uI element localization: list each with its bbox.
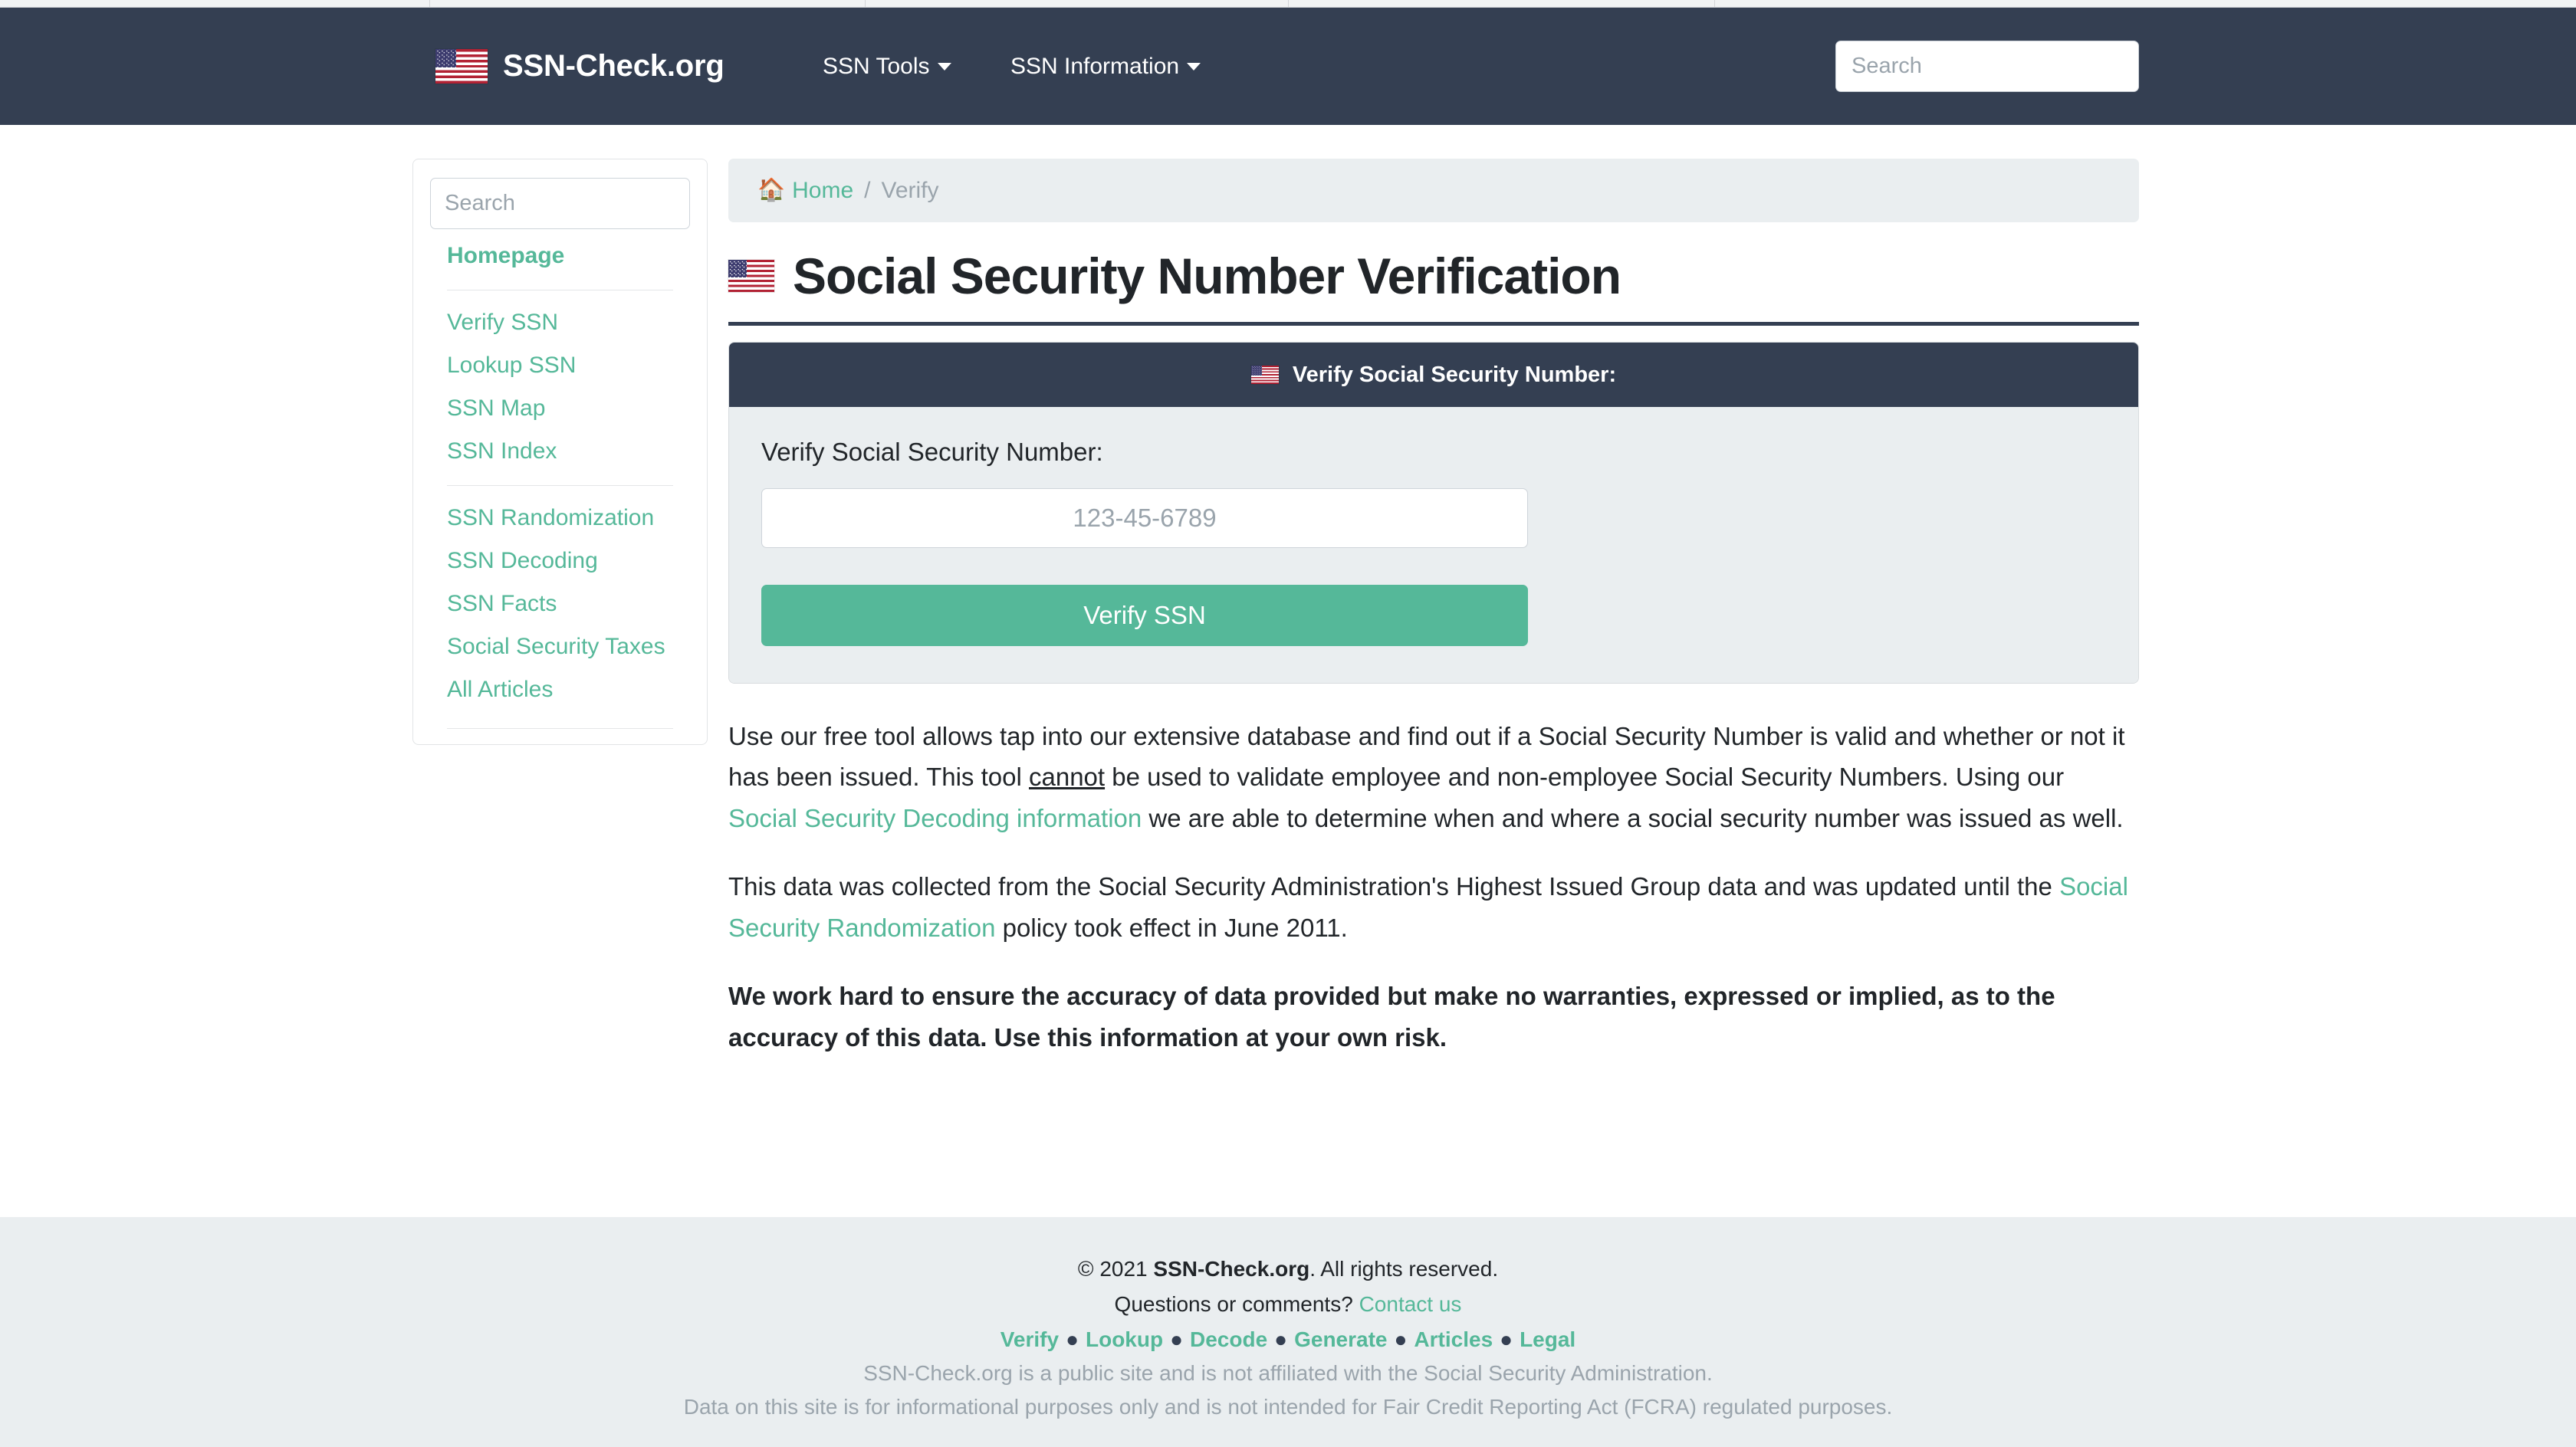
verify-ssn-button[interactable]: Verify SSN: [761, 585, 1528, 646]
data-source-text-b: policy took effect in June 2011.: [995, 913, 1348, 942]
ssn-field-label: Verify Social Security Number:: [761, 438, 1103, 466]
contact-us-link[interactable]: Contact us: [1359, 1292, 1462, 1316]
decoding-info-link[interactable]: Social Security Decoding information: [728, 804, 1142, 832]
verify-ssn-card: Verify Social Security Number: Verify So…: [728, 342, 2139, 684]
sidebar-item-lookup-ssn[interactable]: Lookup SSN: [430, 344, 690, 387]
sidebar-item-ssn-randomization[interactable]: SSN Randomization: [430, 497, 690, 540]
footer-link-legal[interactable]: Legal: [1520, 1327, 1576, 1351]
site-footer: © 2021 SSN-Check.org. All rights reserve…: [0, 1217, 2576, 1447]
footer-disclaimer-affiliation: SSN-Check.org is a public site and is no…: [863, 1361, 1713, 1385]
accuracy-disclaimer: We work hard to ensure the accuracy of d…: [728, 982, 2055, 1052]
footer-nav-dot: ●: [1170, 1327, 1184, 1351]
breadcrumb: 🏠 Home / Verify: [728, 159, 2139, 222]
brand-title: SSN-Check.org: [503, 49, 724, 83]
sidebar-item-ssn-index[interactable]: SSN Index: [430, 430, 690, 473]
verify-card-body: Verify Social Security Number: Verify SS…: [729, 407, 2138, 683]
sidebar-search-input[interactable]: [430, 178, 690, 229]
footer-nav-dot: ●: [1394, 1327, 1408, 1351]
page-title-row: Social Security Number Verification: [728, 247, 2139, 326]
breadcrumb-home-label: Home: [792, 177, 854, 203]
sidebar-item-verify-ssn[interactable]: Verify SSN: [430, 301, 690, 344]
page-title: Social Security Number Verification: [793, 248, 1622, 304]
footer-link-decode[interactable]: Decode: [1190, 1327, 1267, 1351]
browser-tab-strip: [0, 0, 2576, 8]
cannot-emphasis: cannot: [1028, 763, 1106, 792]
data-source-paragraph: This data was collected from the Social …: [728, 866, 2139, 948]
footer-copyright-brand: SSN-Check.org: [1153, 1257, 1310, 1281]
footer-copyright-pre: © 2021: [1077, 1257, 1154, 1281]
sidebar-item-ssn-facts[interactable]: SSN Facts: [430, 582, 690, 625]
tab-divider: [429, 0, 430, 8]
tab-divider: [1714, 0, 1715, 8]
navbar-search-input[interactable]: [1835, 41, 2139, 92]
us-flag-icon: [1250, 366, 1279, 384]
sidebar-item-ssn-map[interactable]: SSN Map: [430, 387, 690, 430]
intro-text-c: we are able to determine when and where …: [1142, 803, 2124, 832]
sidebar-divider: [447, 728, 673, 729]
footer-copyright: © 2021 SSN-Check.org. All rights reserve…: [0, 1257, 2576, 1281]
footer-nav-dot: ●: [1274, 1327, 1288, 1351]
tab-divider: [1288, 0, 1289, 8]
page-body: Homepage Verify SSN Lookup SSN SSN Map S…: [0, 125, 2576, 1217]
us-flag-icon: [435, 49, 488, 84]
intro-text-b: be used to validate employee and non-emp…: [1105, 763, 2065, 792]
breadcrumb-home-link[interactable]: 🏠 Home: [757, 178, 853, 204]
data-source-text-a: This data was collected from the Social …: [728, 872, 2060, 901]
nav-item-label: SSN Information: [1010, 53, 1180, 79]
sidebar: Homepage Verify SSN Lookup SSN SSN Map S…: [412, 159, 708, 745]
nav-item-ssn-information[interactable]: SSN Information: [1010, 54, 1201, 80]
ssn-input[interactable]: [761, 488, 1528, 548]
nav-item-ssn-tools[interactable]: SSN Tools: [823, 54, 951, 80]
nav-item-label: SSN Tools: [823, 53, 930, 79]
footer-nav-dot: ●: [1500, 1327, 1513, 1351]
tab-divider: [865, 0, 866, 8]
chevron-down-icon: [1187, 62, 1201, 71]
footer-nav: Verify ● Lookup ● Decode ● Generate ● Articles ● L…: [0, 1327, 2576, 1352]
chevron-down-icon: [937, 62, 951, 71]
footer-link-verify[interactable]: Verify: [1001, 1327, 1059, 1351]
footer-questions: Questions or comments? Contact us: [0, 1292, 2576, 1317]
brand-link[interactable]: SSN-Check.org: [435, 49, 724, 84]
breadcrumb-separator: /: [864, 177, 871, 203]
sidebar-item-homepage[interactable]: Homepage: [430, 229, 690, 277]
verify-card-header-title: Verify Social Security Number:: [1292, 362, 1617, 387]
sidebar-item-ssn-decoding[interactable]: SSN Decoding: [430, 540, 690, 582]
sidebar-divider: [447, 485, 673, 486]
home-icon: 🏠: [757, 178, 786, 202]
footer-link-lookup[interactable]: Lookup: [1086, 1327, 1163, 1351]
footer-link-articles[interactable]: Articles: [1414, 1327, 1493, 1351]
sidebar-item-social-security-taxes[interactable]: Social Security Taxes: [430, 625, 690, 668]
us-flag-icon: [728, 260, 774, 292]
verify-card-header: Verify Social Security Number:: [729, 343, 2138, 407]
sidebar-item-all-articles[interactable]: All Articles: [430, 668, 690, 711]
footer-link-generate[interactable]: Generate: [1294, 1327, 1387, 1351]
footer-questions-text: Questions or comments?: [1114, 1292, 1359, 1316]
breadcrumb-current: Verify: [881, 177, 939, 203]
main-content: 🏠 Home / Verify Social Security Number V…: [728, 125, 2139, 1083]
intro-paragraph: Use our free tool allows tap into our ex…: [728, 716, 2139, 838]
site-navbar: SSN-Check.org SSN Tools SSN Information: [0, 8, 2576, 125]
footer-copyright-post: . All rights reserved.: [1309, 1257, 1499, 1281]
footer-disclaimer-fcra: Data on this site is for informational p…: [683, 1395, 1893, 1419]
footer-nav-dot: ●: [1066, 1327, 1079, 1351]
